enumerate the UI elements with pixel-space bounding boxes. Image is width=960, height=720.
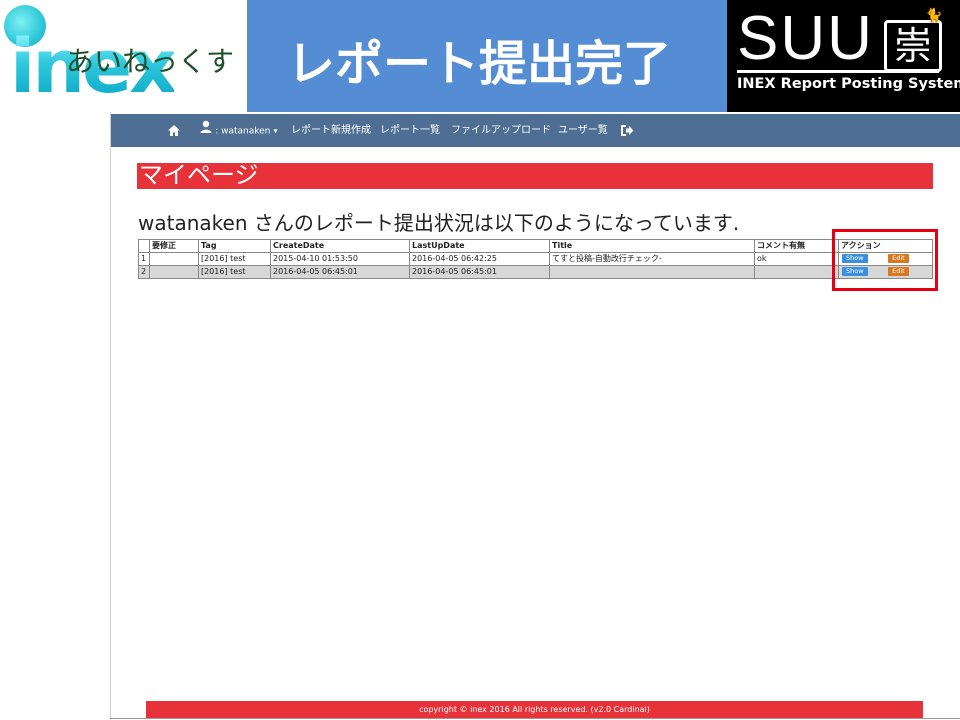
- cell-fix: [149, 252, 199, 266]
- report-table: 要修正 Tag CreateDate LastUpDate Title コメント…: [138, 239, 933, 279]
- slide-title-bar: レポート提出完了: [247, 0, 727, 112]
- logo-kana: あいねっくす: [66, 45, 235, 78]
- column-header-tag: Tag: [198, 239, 271, 253]
- brand-divider: [737, 70, 939, 73]
- cell-tag: [2016] test: [198, 252, 271, 266]
- nav-file-upload[interactable]: ファイルアップロード: [451, 114, 551, 147]
- column-header-lastupdate: LastUpDate: [409, 239, 550, 253]
- user-menu[interactable]: : watanaken ▾: [200, 114, 278, 147]
- user-icon: [200, 114, 212, 147]
- cell-lastupdate: 2016-04-05 06:45:01: [409, 265, 550, 279]
- chevron-down-icon: ▾: [273, 126, 278, 136]
- nav-new-report[interactable]: レポート新規作成: [291, 114, 371, 147]
- column-header-comment: コメント有無: [754, 239, 839, 253]
- table-row: 1 [2016] test 2015-04-10 01:53:50 2016-0…: [138, 252, 933, 266]
- table-row: 2 [2016] test 2016-04-05 06:45:01 2016-0…: [138, 265, 933, 279]
- mypage-header: マイページ: [137, 161, 933, 189]
- column-header-createdate: CreateDate: [270, 239, 410, 253]
- cell-no: 1: [138, 252, 150, 266]
- cell-tag: [2016] test: [198, 265, 271, 279]
- column-header-title: Title: [549, 239, 755, 253]
- sign-out-icon[interactable]: [620, 124, 634, 138]
- cell-fix: [149, 265, 199, 279]
- brand-name: SUU: [737, 4, 874, 73]
- report-status-heading: watanaken さんのレポート提出状況は以下のようになっています.: [138, 211, 740, 235]
- column-header-no: [138, 239, 150, 253]
- nav-user-list[interactable]: ユーザー覧: [558, 114, 608, 147]
- table-header-row: 要修正 Tag CreateDate LastUpDate Title コメント…: [138, 239, 933, 253]
- home-icon[interactable]: [167, 124, 181, 138]
- inex-logo: inex あいねっくす: [0, 0, 247, 112]
- cell-title: てすと投稿-自動改行チェック-: [549, 252, 755, 266]
- cell-comment: ok: [754, 252, 839, 266]
- footer-bar: copyright © inex 2016 All rights reserve…: [146, 701, 923, 718]
- page-bottom-border: [110, 718, 960, 719]
- suu-brand-logo: SUU 崇 🐈 INEX Report Posting System: [727, 0, 960, 112]
- brand-subtitle: INEX Report Posting System: [737, 76, 960, 92]
- slide-title: レポート提出完了: [287, 36, 672, 92]
- footer-copyright: copyright © inex 2016 All rights reserve…: [419, 705, 650, 714]
- cell-no: 2: [138, 265, 150, 279]
- user-menu-label: : watanaken: [215, 126, 271, 137]
- cell-comment: [754, 265, 839, 279]
- brand-kanji: 崇: [884, 20, 942, 72]
- nav-report-list[interactable]: レポート一覧: [380, 114, 440, 147]
- page-title: マイページ: [139, 161, 259, 189]
- cell-lastupdate: 2016-04-05 06:42:25: [409, 252, 550, 266]
- page-left-border: [110, 112, 111, 720]
- top-navbar: : watanaken ▾ レポート新規作成 レポート一覧 ファイルアップロード…: [111, 114, 960, 147]
- action-column-highlight: [832, 229, 938, 291]
- cat-icon: 🐈: [925, 8, 943, 24]
- cell-createdate: 2015-04-10 01:53:50: [270, 252, 410, 266]
- column-header-fix: 要修正: [149, 239, 199, 253]
- cell-createdate: 2016-04-05 06:45:01: [270, 265, 410, 279]
- cell-title: [549, 265, 755, 279]
